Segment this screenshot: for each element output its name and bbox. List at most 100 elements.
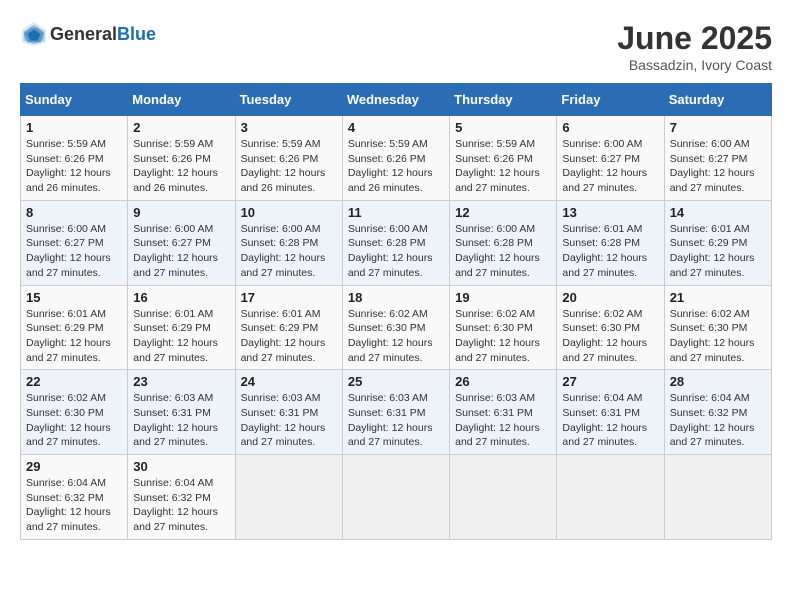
day-info: Sunrise: 6:04 AM Sunset: 6:32 PM Dayligh… — [670, 391, 766, 450]
day-number: 30 — [133, 459, 229, 474]
day-info: Sunrise: 5:59 AM Sunset: 6:26 PM Dayligh… — [133, 137, 229, 196]
calendar-cell: 24 Sunrise: 6:03 AM Sunset: 6:31 PM Dayli… — [235, 370, 342, 455]
day-info: Sunrise: 6:03 AM Sunset: 6:31 PM Dayligh… — [455, 391, 551, 450]
day-number: 10 — [241, 205, 337, 220]
day-header-wednesday: Wednesday — [342, 84, 449, 116]
day-number: 7 — [670, 120, 766, 135]
calendar-cell — [450, 455, 557, 540]
day-number: 8 — [26, 205, 122, 220]
day-info: Sunrise: 6:03 AM Sunset: 6:31 PM Dayligh… — [241, 391, 337, 450]
calendar-cell: 11Sunrise: 6:00 AM Sunset: 6:28 PM Dayli… — [342, 200, 449, 285]
day-info: Sunrise: 6:01 AM Sunset: 6:29 PM Dayligh… — [670, 222, 766, 281]
calendar-cell: 5 Sunrise: 5:59 AM Sunset: 6:26 PM Daylig… — [450, 116, 557, 201]
day-header-sunday: Sunday — [21, 84, 128, 116]
day-info: Sunrise: 6:02 AM Sunset: 6:30 PM Dayligh… — [455, 307, 551, 366]
logo: GeneralBlue — [20, 20, 156, 48]
calendar-title: June 2025 — [617, 20, 772, 57]
day-info: Sunrise: 6:03 AM Sunset: 6:31 PM Dayligh… — [133, 391, 229, 450]
day-header-monday: Monday — [128, 84, 235, 116]
calendar-cell: 14 Sunrise: 6:01 AM Sunset: 6:29 PM Dayli… — [664, 200, 771, 285]
day-info: Sunrise: 6:01 AM Sunset: 6:28 PM Dayligh… — [562, 222, 658, 281]
calendar-cell — [664, 455, 771, 540]
calendar-cell: 22 Sunrise: 6:02 AM Sunset: 6:30 PM Dayli… — [21, 370, 128, 455]
day-number: 21 — [670, 290, 766, 305]
calendar-cell: 8 Sunrise: 6:00 AM Sunset: 6:27 PM Daylig… — [21, 200, 128, 285]
day-info: Sunrise: 6:01 AM Sunset: 6:29 PM Dayligh… — [133, 307, 229, 366]
calendar-cell: 16 Sunrise: 6:01 AM Sunset: 6:29 PM Dayli… — [128, 285, 235, 370]
day-number: 20 — [562, 290, 658, 305]
calendar-week-row: 22 Sunrise: 6:02 AM Sunset: 6:30 PM Dayli… — [21, 370, 772, 455]
calendar-cell: 20Sunrise: 6:02 AM Sunset: 6:30 PM Dayli… — [557, 285, 664, 370]
day-number: 16 — [133, 290, 229, 305]
calendar-cell: 21 Sunrise: 6:02 AM Sunset: 6:30 PM Dayli… — [664, 285, 771, 370]
day-number: 26 — [455, 374, 551, 389]
calendar-cell: 19 Sunrise: 6:02 AM Sunset: 6:30 PM Dayli… — [450, 285, 557, 370]
page-header: GeneralBlue June 2025 Bassadzin, Ivory C… — [20, 20, 772, 73]
day-info: Sunrise: 6:00 AM Sunset: 6:27 PM Dayligh… — [26, 222, 122, 281]
day-number: 3 — [241, 120, 337, 135]
logo-icon — [20, 20, 48, 48]
day-number: 19 — [455, 290, 551, 305]
calendar-table: SundayMondayTuesdayWednesdayThursdayFrid… — [20, 83, 772, 540]
day-number: 24 — [241, 374, 337, 389]
day-info: Sunrise: 6:02 AM Sunset: 6:30 PM Dayligh… — [348, 307, 444, 366]
day-number: 28 — [670, 374, 766, 389]
calendar-cell: 4Sunrise: 5:59 AM Sunset: 6:26 PM Daylig… — [342, 116, 449, 201]
calendar-cell: 23 Sunrise: 6:03 AM Sunset: 6:31 PM Dayli… — [128, 370, 235, 455]
day-number: 23 — [133, 374, 229, 389]
logo-blue-text: Blue — [117, 24, 156, 44]
day-info: Sunrise: 6:00 AM Sunset: 6:28 PM Dayligh… — [455, 222, 551, 281]
calendar-cell: 9 Sunrise: 6:00 AM Sunset: 6:27 PM Daylig… — [128, 200, 235, 285]
day-number: 17 — [241, 290, 337, 305]
day-number: 6 — [562, 120, 658, 135]
calendar-cell — [342, 455, 449, 540]
day-header-tuesday: Tuesday — [235, 84, 342, 116]
day-info: Sunrise: 5:59 AM Sunset: 6:26 PM Dayligh… — [455, 137, 551, 196]
calendar-week-row: 15Sunrise: 6:01 AM Sunset: 6:29 PM Dayli… — [21, 285, 772, 370]
calendar-header-row: SundayMondayTuesdayWednesdayThursdayFrid… — [21, 84, 772, 116]
calendar-cell: 28 Sunrise: 6:04 AM Sunset: 6:32 PM Dayli… — [664, 370, 771, 455]
calendar-cell: 30 Sunrise: 6:04 AM Sunset: 6:32 PM Dayli… — [128, 455, 235, 540]
day-number: 22 — [26, 374, 122, 389]
calendar-cell: 2 Sunrise: 5:59 AM Sunset: 6:26 PM Daylig… — [128, 116, 235, 201]
calendar-cell: 1 Sunrise: 5:59 AM Sunset: 6:26 PM Daylig… — [21, 116, 128, 201]
day-number: 14 — [670, 205, 766, 220]
day-info: Sunrise: 6:02 AM Sunset: 6:30 PM Dayligh… — [670, 307, 766, 366]
day-number: 25 — [348, 374, 444, 389]
calendar-cell: 6Sunrise: 6:00 AM Sunset: 6:27 PM Daylig… — [557, 116, 664, 201]
day-number: 18 — [348, 290, 444, 305]
day-info: Sunrise: 5:59 AM Sunset: 6:26 PM Dayligh… — [26, 137, 122, 196]
day-number: 12 — [455, 205, 551, 220]
day-number: 4 — [348, 120, 444, 135]
day-info: Sunrise: 6:00 AM Sunset: 6:27 PM Dayligh… — [133, 222, 229, 281]
day-info: Sunrise: 6:01 AM Sunset: 6:29 PM Dayligh… — [241, 307, 337, 366]
calendar-cell: 29 Sunrise: 6:04 AM Sunset: 6:32 PM Dayli… — [21, 455, 128, 540]
logo-general-text: General — [50, 24, 117, 44]
calendar-cell: 7 Sunrise: 6:00 AM Sunset: 6:27 PM Daylig… — [664, 116, 771, 201]
day-number: 2 — [133, 120, 229, 135]
day-header-saturday: Saturday — [664, 84, 771, 116]
calendar-cell: 15Sunrise: 6:01 AM Sunset: 6:29 PM Dayli… — [21, 285, 128, 370]
day-info: Sunrise: 6:04 AM Sunset: 6:32 PM Dayligh… — [133, 476, 229, 535]
day-number: 5 — [455, 120, 551, 135]
day-number: 9 — [133, 205, 229, 220]
calendar-cell: 10 Sunrise: 6:00 AM Sunset: 6:28 PM Dayli… — [235, 200, 342, 285]
day-number: 1 — [26, 120, 122, 135]
day-info: Sunrise: 6:00 AM Sunset: 6:28 PM Dayligh… — [348, 222, 444, 281]
day-number: 29 — [26, 459, 122, 474]
day-info: Sunrise: 6:02 AM Sunset: 6:30 PM Dayligh… — [26, 391, 122, 450]
calendar-cell: 25 Sunrise: 6:03 AM Sunset: 6:31 PM Dayli… — [342, 370, 449, 455]
day-header-thursday: Thursday — [450, 84, 557, 116]
day-info: Sunrise: 6:00 AM Sunset: 6:27 PM Dayligh… — [670, 137, 766, 196]
calendar-cell: 12 Sunrise: 6:00 AM Sunset: 6:28 PM Dayli… — [450, 200, 557, 285]
day-info: Sunrise: 6:03 AM Sunset: 6:31 PM Dayligh… — [348, 391, 444, 450]
day-number: 13 — [562, 205, 658, 220]
calendar-week-row: 1 Sunrise: 5:59 AM Sunset: 6:26 PM Daylig… — [21, 116, 772, 201]
calendar-cell — [557, 455, 664, 540]
day-info: Sunrise: 6:00 AM Sunset: 6:28 PM Dayligh… — [241, 222, 337, 281]
day-info: Sunrise: 5:59 AM Sunset: 6:26 PM Dayligh… — [241, 137, 337, 196]
calendar-cell: 27Sunrise: 6:04 AM Sunset: 6:31 PM Dayli… — [557, 370, 664, 455]
calendar-week-row: 8 Sunrise: 6:00 AM Sunset: 6:27 PM Daylig… — [21, 200, 772, 285]
day-number: 27 — [562, 374, 658, 389]
day-info: Sunrise: 6:04 AM Sunset: 6:32 PM Dayligh… — [26, 476, 122, 535]
